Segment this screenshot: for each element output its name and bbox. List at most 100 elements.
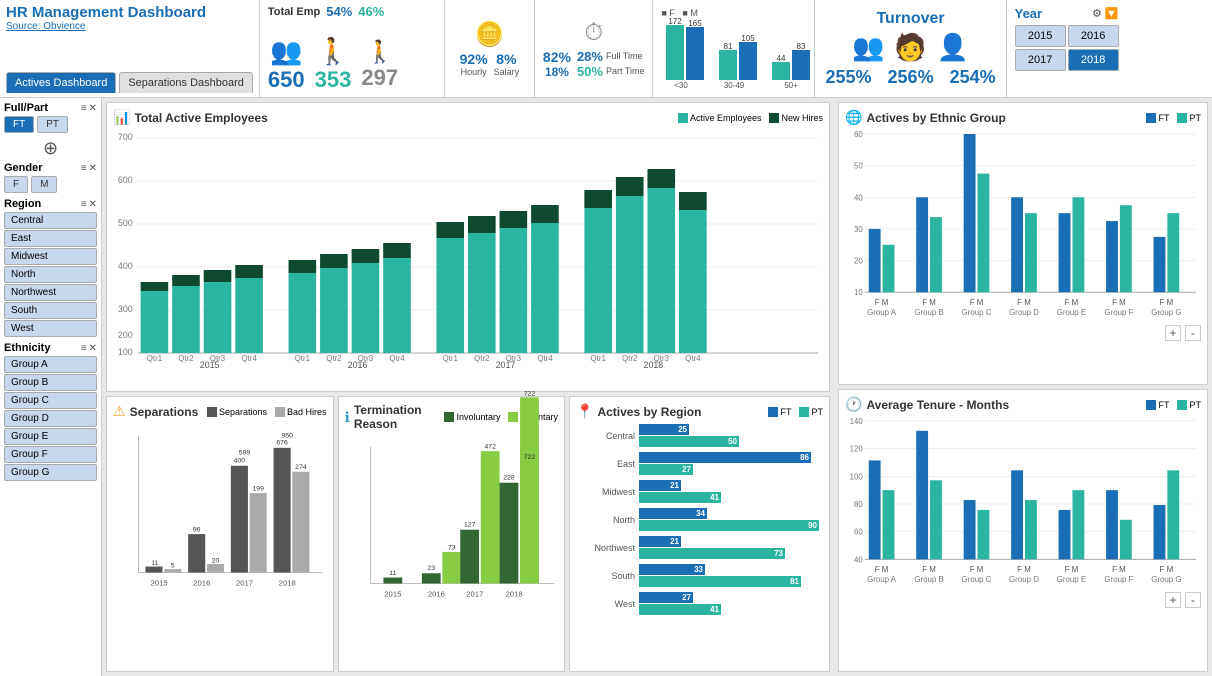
svg-text:F M: F M [875, 565, 889, 574]
total-emp-count: 650 [268, 67, 305, 93]
year-2017[interactable]: 2017 [1015, 49, 1066, 71]
year-title: Year [1015, 6, 1042, 21]
region-east[interactable]: East [4, 230, 97, 247]
svg-text:722: 722 [523, 454, 535, 461]
svg-text:676: 676 [276, 439, 288, 446]
gender-eq-icon[interactable]: ≡ [81, 163, 87, 174]
eth-x-icon[interactable]: ✕ [89, 343, 97, 354]
region-eq-icon[interactable]: ≡ [81, 199, 87, 210]
svg-text:10: 10 [854, 288, 863, 297]
svg-text:F M: F M [922, 565, 936, 574]
svg-text:F M: F M [1017, 298, 1031, 307]
fulltime-label: Full Time [606, 51, 643, 61]
filter-x-icon[interactable]: ✕ [89, 103, 97, 114]
svg-text:Qtr1: Qtr1 [147, 354, 163, 363]
svg-text:11: 11 [151, 560, 158, 567]
pt-filter-btn[interactable]: PT [37, 116, 68, 133]
turnover-val-2: 256% [888, 67, 934, 88]
clock-icon-2: 🕐 [845, 396, 862, 413]
gender-x-icon[interactable]: ✕ [89, 163, 97, 174]
region-south[interactable]: South [4, 302, 97, 319]
svg-text:Qtr1: Qtr1 [443, 354, 459, 363]
svg-text:60: 60 [854, 130, 863, 139]
svg-text:F M: F M [970, 565, 984, 574]
tenure-minus-icon[interactable]: - [1185, 592, 1201, 608]
sep-title: Separations [130, 405, 199, 419]
svg-text:F M: F M [1017, 565, 1031, 574]
svg-text:96: 96 [193, 527, 201, 534]
svg-text:F M: F M [1160, 298, 1174, 307]
svg-text:Qtr4: Qtr4 [389, 354, 405, 363]
year-2016[interactable]: 2016 [1068, 25, 1119, 47]
svg-text:472: 472 [484, 444, 496, 451]
tab-separations[interactable]: Separations Dashboard [119, 72, 253, 93]
svg-text:300: 300 [118, 304, 133, 314]
filter-icon-year[interactable]: ⚙ [1092, 7, 1102, 20]
svg-text:274: 274 [295, 464, 307, 471]
svg-text:2018: 2018 [505, 589, 522, 598]
year-2015[interactable]: 2015 [1015, 25, 1066, 47]
svg-text:165: 165 [689, 19, 703, 28]
clear-icon-year[interactable]: 🔽 [1105, 7, 1119, 20]
region-row-midwest: Midwest 21 41 [580, 480, 819, 503]
term-title: Termination Reason [354, 403, 445, 431]
total-active-title: Total Active Employees [134, 111, 267, 125]
svg-text:105: 105 [742, 34, 756, 43]
region-midwest[interactable]: Midwest [4, 248, 97, 265]
eth-eq-icon[interactable]: ≡ [81, 343, 87, 354]
ethnic-plus-icon[interactable]: + [1165, 325, 1181, 341]
svg-text:Group E: Group E [1057, 308, 1086, 317]
eth-groupc[interactable]: Group C [4, 392, 97, 409]
svg-text:Group G: Group G [1151, 308, 1181, 317]
svg-text:Group E: Group E [1057, 575, 1086, 584]
eth-groupg[interactable]: Group G [4, 464, 97, 481]
people-icon: 👥 [268, 36, 305, 67]
male-filter-btn[interactable]: M [31, 176, 57, 193]
svg-text:2016: 2016 [427, 589, 444, 598]
svg-text:Group A: Group A [867, 575, 897, 584]
pt-count: 297 [361, 65, 398, 91]
ft-filter-btn[interactable]: FT [4, 116, 34, 133]
filter-eq-icon[interactable]: ≡ [81, 103, 87, 114]
total-emp-label: Total Emp [268, 6, 320, 18]
tenure-plus-icon[interactable]: + [1165, 592, 1181, 608]
region-central[interactable]: Central [4, 212, 97, 229]
svg-text:20: 20 [212, 557, 220, 564]
svg-text:11: 11 [389, 570, 396, 577]
svg-text:F M: F M [875, 298, 889, 307]
year-2018[interactable]: 2018 [1068, 49, 1119, 71]
svg-text:50+: 50+ [785, 81, 799, 90]
eth-groupf[interactable]: Group F [4, 446, 97, 463]
warn-icon: ⚠ [113, 403, 126, 420]
eth-groupb[interactable]: Group B [4, 374, 97, 391]
region-north[interactable]: North [4, 266, 97, 283]
svg-text:Group C: Group C [962, 308, 992, 317]
region-filter: Region ≡ ✕ Central East Midwest North No… [4, 198, 97, 337]
svg-text:F M: F M [1112, 298, 1126, 307]
svg-text:199: 199 [252, 486, 264, 493]
eth-groupd[interactable]: Group D [4, 410, 97, 427]
svg-text:Group F: Group F [1104, 575, 1133, 584]
svg-text:200: 200 [118, 330, 133, 340]
region-west[interactable]: West [4, 320, 97, 337]
svg-text:40: 40 [854, 193, 863, 202]
region-northwest[interactable]: Northwest [4, 284, 97, 301]
svg-text:F M: F M [1160, 565, 1174, 574]
region-row-northwest: Northwest 21 73 [580, 536, 819, 559]
globe-icon: 🌐 [845, 109, 862, 126]
add-filter-icon[interactable]: ⊕ [4, 138, 97, 159]
svg-text:50: 50 [854, 162, 863, 171]
eth-groupa[interactable]: Group A [4, 356, 97, 373]
svg-text:Group D: Group D [1009, 308, 1039, 317]
ethnic-minus-icon[interactable]: - [1185, 325, 1201, 341]
tab-actives[interactable]: Actives Dashboard [6, 72, 116, 93]
turnover-val-3: 254% [950, 67, 996, 88]
ft-ten-legend: FT [1158, 400, 1169, 410]
svg-text:228: 228 [503, 474, 515, 481]
location-icon: 📍 [576, 403, 593, 420]
female-filter-btn[interactable]: F [4, 176, 28, 193]
region-x-icon[interactable]: ✕ [89, 199, 97, 210]
eth-groupe[interactable]: Group E [4, 428, 97, 445]
chart-icon-bar: 📊 [113, 109, 130, 126]
svg-text:599: 599 [239, 450, 251, 457]
